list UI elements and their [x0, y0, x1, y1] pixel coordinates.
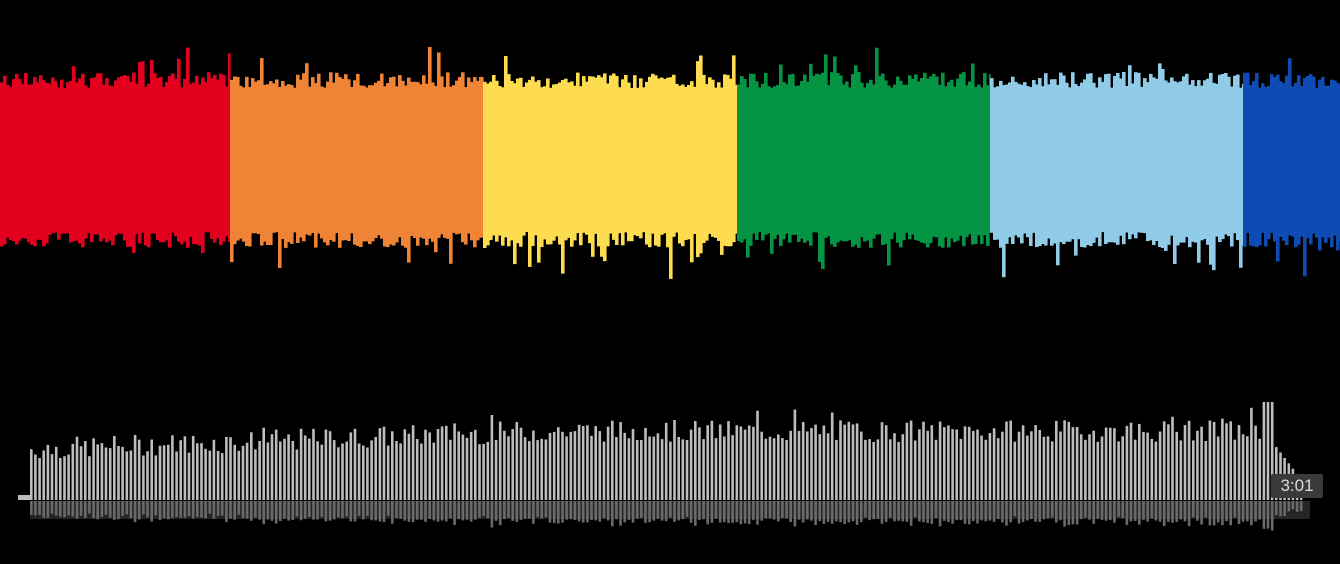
zoomed-waveform[interactable] [0, 0, 1340, 300]
overview-waveform[interactable] [0, 390, 1340, 564]
duration-label: 3:01 [1271, 474, 1323, 498]
waveform-segment-light-blue [990, 63, 1244, 278]
waveform-segment-green [737, 47, 991, 269]
waveform-segment-yellow [483, 55, 738, 279]
waveform-segment-blue [1243, 58, 1340, 277]
waveform-segment-red [0, 47, 231, 254]
waveform-segment-orange [230, 47, 484, 268]
overview-bars [18, 402, 1310, 531]
